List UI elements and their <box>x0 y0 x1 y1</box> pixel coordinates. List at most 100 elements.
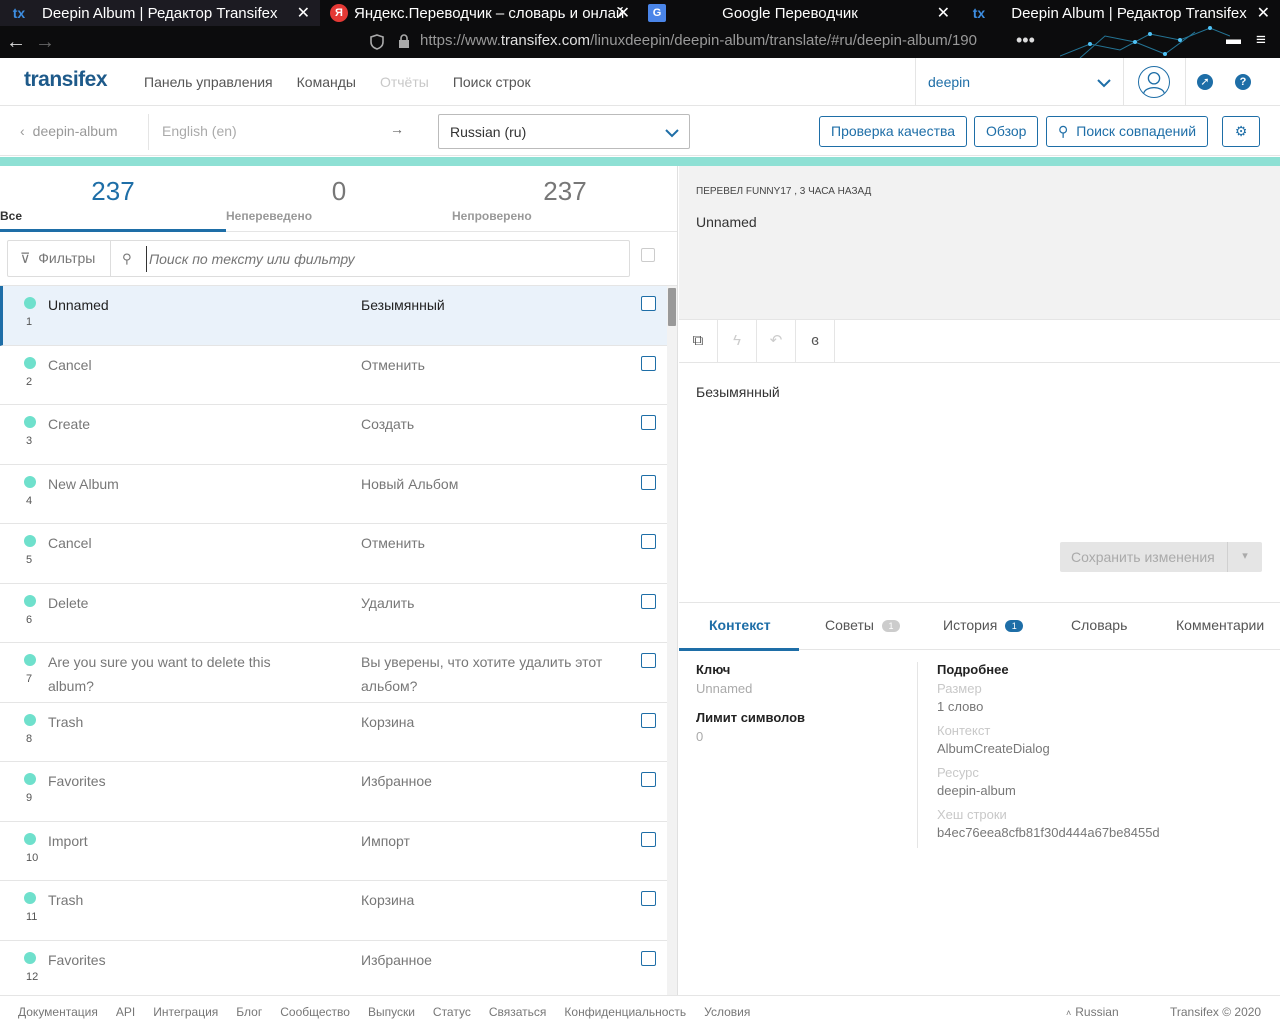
footer-link[interactable]: Выпуски <box>368 1005 415 1019</box>
string-row[interactable]: Are you sure you want to delete this alb… <box>0 643 667 703</box>
user-avatar-icon[interactable] <box>1138 66 1170 98</box>
translation-string: Корзина <box>361 892 415 908</box>
tab-glossary[interactable]: Словарь <box>1071 617 1127 633</box>
chevron-down-icon[interactable]: ▾ <box>1227 542 1262 572</box>
footer-link[interactable]: Интеграция <box>153 1005 218 1019</box>
nav-dashboard[interactable]: Панель управления <box>144 74 273 90</box>
row-number: 8 <box>26 732 33 745</box>
footer-link[interactable]: Связаться <box>489 1005 547 1019</box>
row-number: 2 <box>26 375 33 388</box>
row-checkbox[interactable] <box>641 355 656 371</box>
status-dot-icon <box>24 594 36 607</box>
lightning-icon[interactable]: ϟ <box>718 320 757 362</box>
status-dot-icon <box>24 297 36 309</box>
browser-tab-1[interactable]: tx Deepin Album | Редактор Transifex ✕ <box>0 0 320 26</box>
menu-icon[interactable]: ≡ <box>1256 30 1266 50</box>
footer-link[interactable]: Документация <box>18 1005 98 1019</box>
nav-teams[interactable]: Команды <box>297 74 356 90</box>
search-matches-button[interactable]: ⚲ Поиск совпадений <box>1046 116 1209 147</box>
string-row[interactable]: Trash Корзина 11 <box>0 881 667 941</box>
search-input[interactable] <box>146 246 616 272</box>
footer-link[interactable]: Сообщество <box>280 1005 350 1019</box>
footer-link[interactable]: Условия <box>704 1005 750 1019</box>
stat-untranslated[interactable]: 0 Непереведено <box>226 166 452 232</box>
browser-tab-2[interactable]: Я Яндекс.Переводчик – словарь и онлай ✕ <box>320 0 640 26</box>
string-row[interactable]: Create Создать 3 <box>0 405 667 465</box>
browser-tab-4[interactable]: tx Deepin Album | Редактор Transifex ✕ <box>960 0 1280 26</box>
settings-button[interactable]: ⚙ <box>1222 116 1260 147</box>
stat-unreviewed[interactable]: 237 Непроверено <box>452 166 677 232</box>
organization-select[interactable]: deepin <box>915 58 1124 106</box>
back-icon[interactable]: ← <box>3 31 29 54</box>
special-chars-icon[interactable]: ɞ <box>796 320 835 362</box>
string-row[interactable]: Cancel Отменить 5 <box>0 524 667 584</box>
row-checkbox[interactable] <box>641 653 656 668</box>
browser-tab-3[interactable]: G Google Переводчик ✕ <box>640 0 960 26</box>
more-actions-icon[interactable]: ••• <box>1016 30 1035 51</box>
target-language-select[interactable]: Russian (ru) <box>438 114 690 149</box>
nav-reports[interactable]: Отчёты <box>380 74 429 90</box>
status-dot-icon <box>24 416 36 428</box>
row-checkbox[interactable] <box>641 772 656 787</box>
string-row[interactable]: Unnamed Безымянный 1 <box>0 286 667 346</box>
tab-suggestions[interactable]: Советы 1 <box>825 617 900 633</box>
forward-icon[interactable]: → <box>32 31 58 54</box>
source-string: Favorites <box>48 951 106 968</box>
footer-language-select[interactable]: ˄ Russian <box>1066 1005 1119 1019</box>
close-tab-icon[interactable]: ✕ <box>297 3 310 23</box>
row-checkbox[interactable] <box>641 415 656 430</box>
string-row[interactable]: New Album Новый Альбом 4 <box>0 465 667 524</box>
row-checkbox[interactable] <box>641 712 656 728</box>
footer-link[interactable]: Конфиденциальность <box>564 1005 686 1019</box>
nav-string-search[interactable]: Поиск строк <box>453 74 531 90</box>
address-bar[interactable]: https://www.transifex.com/linuxdeepin/de… <box>420 32 980 49</box>
close-tab-icon[interactable]: ✕ <box>937 3 950 23</box>
review-button[interactable]: Обзор <box>974 116 1039 147</box>
row-checkbox[interactable] <box>641 950 656 966</box>
tab-history[interactable]: История 1 <box>943 617 1024 633</box>
row-number: 12 <box>26 970 39 983</box>
string-row[interactable]: Trash Корзина 8 <box>0 703 667 762</box>
string-row[interactable]: Favorites Избранное 12 <box>0 941 667 996</box>
filters-button[interactable]: ⊽ Фильтры <box>8 241 111 276</box>
extension-icon[interactable]: ▬ <box>1226 31 1241 48</box>
tab-comments[interactable]: Комментарии <box>1176 617 1264 633</box>
string-row[interactable]: Favorites Избранное 9 <box>0 762 667 822</box>
help-icon[interactable]: ? <box>1235 74 1251 90</box>
row-checkbox[interactable] <box>641 593 656 609</box>
row-checkbox[interactable] <box>641 891 656 906</box>
string-row[interactable]: Import Импорт 10 <box>0 822 667 881</box>
row-checkbox[interactable] <box>641 831 656 847</box>
list-scrollbar[interactable] <box>667 286 677 995</box>
page-footer: Документация API Интеграция Блог Сообщес… <box>0 995 1280 1024</box>
close-tab-icon[interactable]: ✕ <box>1257 3 1270 23</box>
quality-check-button[interactable]: Проверка качества <box>819 116 968 147</box>
footer-link[interactable]: Блог <box>236 1005 262 1019</box>
tab-context[interactable]: Контекст <box>709 617 771 633</box>
transifex-logo[interactable]: transifex <box>24 68 108 92</box>
list-scrollbar-thumb[interactable] <box>668 288 676 326</box>
string-row[interactable]: Cancel Отменить 2 <box>0 346 667 405</box>
row-checkbox[interactable] <box>641 474 656 490</box>
copy-source-icon[interactable]: ⧉ <box>679 320 718 362</box>
stat-label: Все <box>0 209 23 223</box>
row-checkbox[interactable] <box>641 534 656 549</box>
source-string: Favorites <box>48 773 106 789</box>
translation-editor[interactable]: Безымянный <box>696 384 780 400</box>
undo-icon[interactable]: ↶ <box>757 320 796 362</box>
footer-link[interactable]: Статус <box>433 1005 471 1019</box>
select-all-checkbox[interactable] <box>641 248 655 262</box>
compass-icon[interactable]: ➚ <box>1197 74 1213 90</box>
shield-icon[interactable] <box>370 34 384 50</box>
close-tab-icon[interactable]: ✕ <box>617 3 630 23</box>
stat-all[interactable]: 237 Все <box>0 166 226 232</box>
row-checkbox[interactable] <box>641 296 656 311</box>
resource-value: deepin-album <box>937 783 1016 798</box>
back-to-project[interactable]: ‹ deepin-album <box>20 123 118 139</box>
string-row[interactable]: Delete Удалить 6 <box>0 584 667 643</box>
tab-suggestions-label: Советы <box>825 617 874 633</box>
footer-link[interactable]: API <box>116 1005 135 1019</box>
transifex-favicon-icon: tx <box>12 5 26 21</box>
browser-tabbar: tx Deepin Album | Редактор Transifex ✕ Я… <box>0 0 1280 26</box>
save-changes-button[interactable]: Сохранить изменения ▾ <box>1060 542 1262 572</box>
